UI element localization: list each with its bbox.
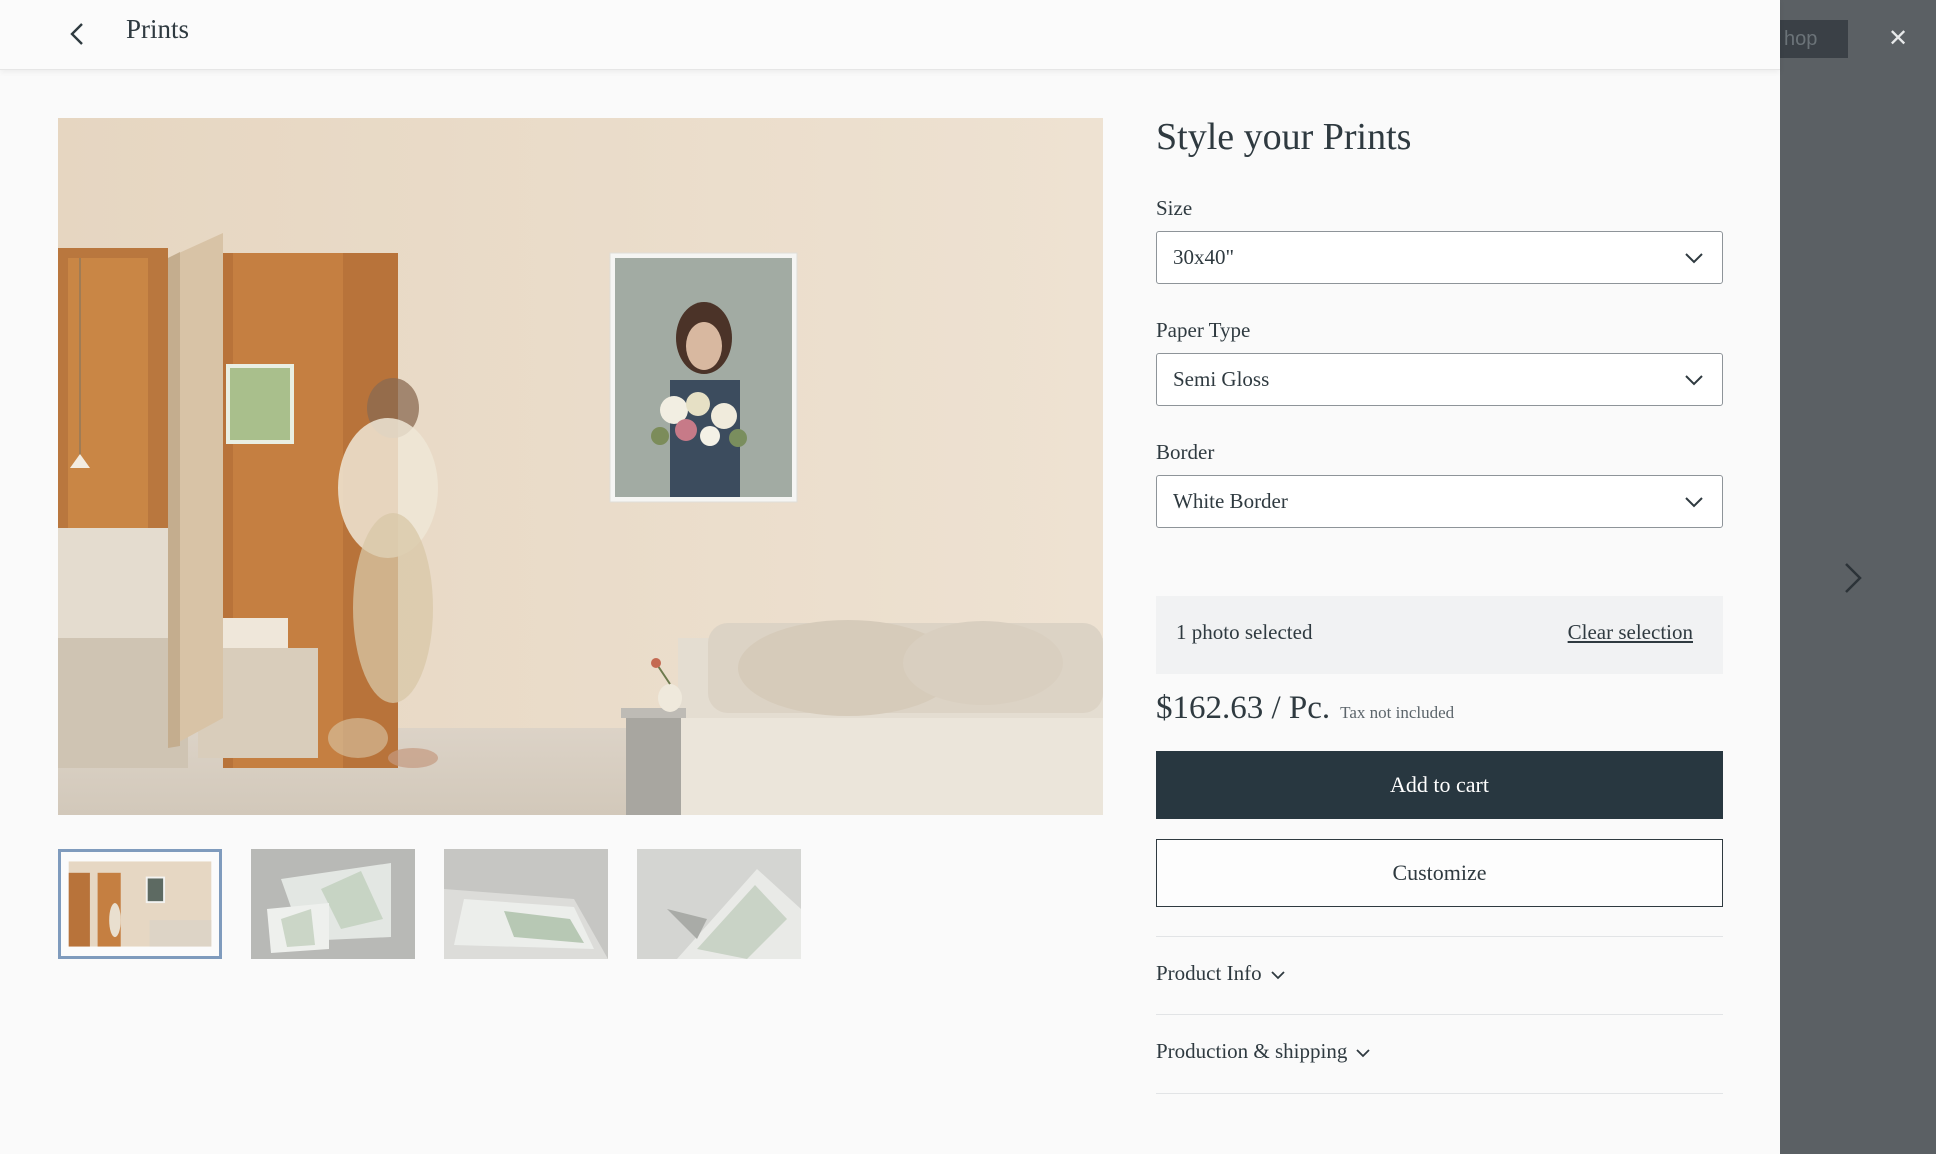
page-title: Prints — [126, 14, 190, 44]
chevron-down-icon — [1685, 497, 1703, 508]
paper-type-select[interactable]: Semi Gloss — [1156, 353, 1723, 406]
border-select[interactable]: White Border — [1156, 475, 1723, 528]
selection-count: 1 photo selected — [1176, 620, 1313, 644]
chevron-down-icon — [1270, 971, 1285, 980]
product-info-label: Product Info — [1156, 961, 1262, 985]
thumbnail-paper-detail-1[interactable] — [251, 849, 415, 959]
style-options-panel: Style your Prints Size 30x40" Paper Type… — [1156, 112, 1723, 1094]
chevron-down-icon — [1685, 375, 1703, 386]
border-field: Border White Border — [1156, 440, 1723, 528]
thumbnail-room-mockup[interactable] — [58, 849, 222, 959]
accordion-production-shipping[interactable]: Production & shipping — [1156, 1014, 1723, 1093]
backdrop-shop-button: hop — [1780, 20, 1848, 58]
clear-selection-link[interactable]: Clear selection — [1568, 620, 1693, 645]
border-value: White Border — [1173, 489, 1288, 513]
chevron-right-icon[interactable] — [1834, 556, 1870, 600]
size-select[interactable]: 30x40" — [1156, 231, 1723, 284]
print-style-modal: Prints Style your Prints Size 30x40" Pap… — [0, 0, 1780, 1154]
paper-type-field: Paper Type Semi Gloss — [1156, 318, 1723, 406]
modal-header: Prints — [0, 0, 1780, 70]
accordion-label: Production & shipping — [1156, 1039, 1371, 1064]
size-label: Size — [1156, 196, 1193, 220]
thumbnail-paper-detail-3[interactable] — [637, 849, 801, 959]
product-main-image — [58, 118, 1103, 815]
customize-button[interactable]: Customize — [1156, 839, 1723, 907]
close-icon[interactable]: ✕ — [1884, 24, 1912, 52]
production-shipping-label: Production & shipping — [1156, 1039, 1348, 1063]
border-label: Border — [1156, 440, 1215, 464]
chevron-down-icon — [1685, 253, 1703, 264]
size-field: Size 30x40" — [1156, 196, 1723, 284]
accordion-product-info[interactable]: Product Info — [1156, 936, 1723, 1015]
panel-heading: Style your Prints — [1156, 116, 1412, 158]
unit-price: $162.63 / Pc. — [1156, 690, 1331, 726]
thumbnail-paper-detail-2[interactable] — [444, 849, 608, 959]
selection-summary: 1 photo selected Clear selection — [1156, 596, 1723, 674]
add-to-cart-button[interactable]: Add to cart — [1156, 751, 1723, 819]
tax-note: Tax not included — [1340, 703, 1455, 722]
chevron-down-icon — [1356, 1049, 1370, 1058]
size-value: 30x40" — [1173, 245, 1235, 269]
price-row: $162.63 / Pc. Tax not included — [1156, 690, 1454, 727]
accordion-label: Product Info — [1156, 961, 1286, 986]
divider — [1156, 1093, 1723, 1094]
chevron-left-icon[interactable] — [60, 16, 96, 52]
paper-type-label: Paper Type — [1156, 318, 1251, 342]
paper-type-value: Semi Gloss — [1173, 367, 1270, 391]
